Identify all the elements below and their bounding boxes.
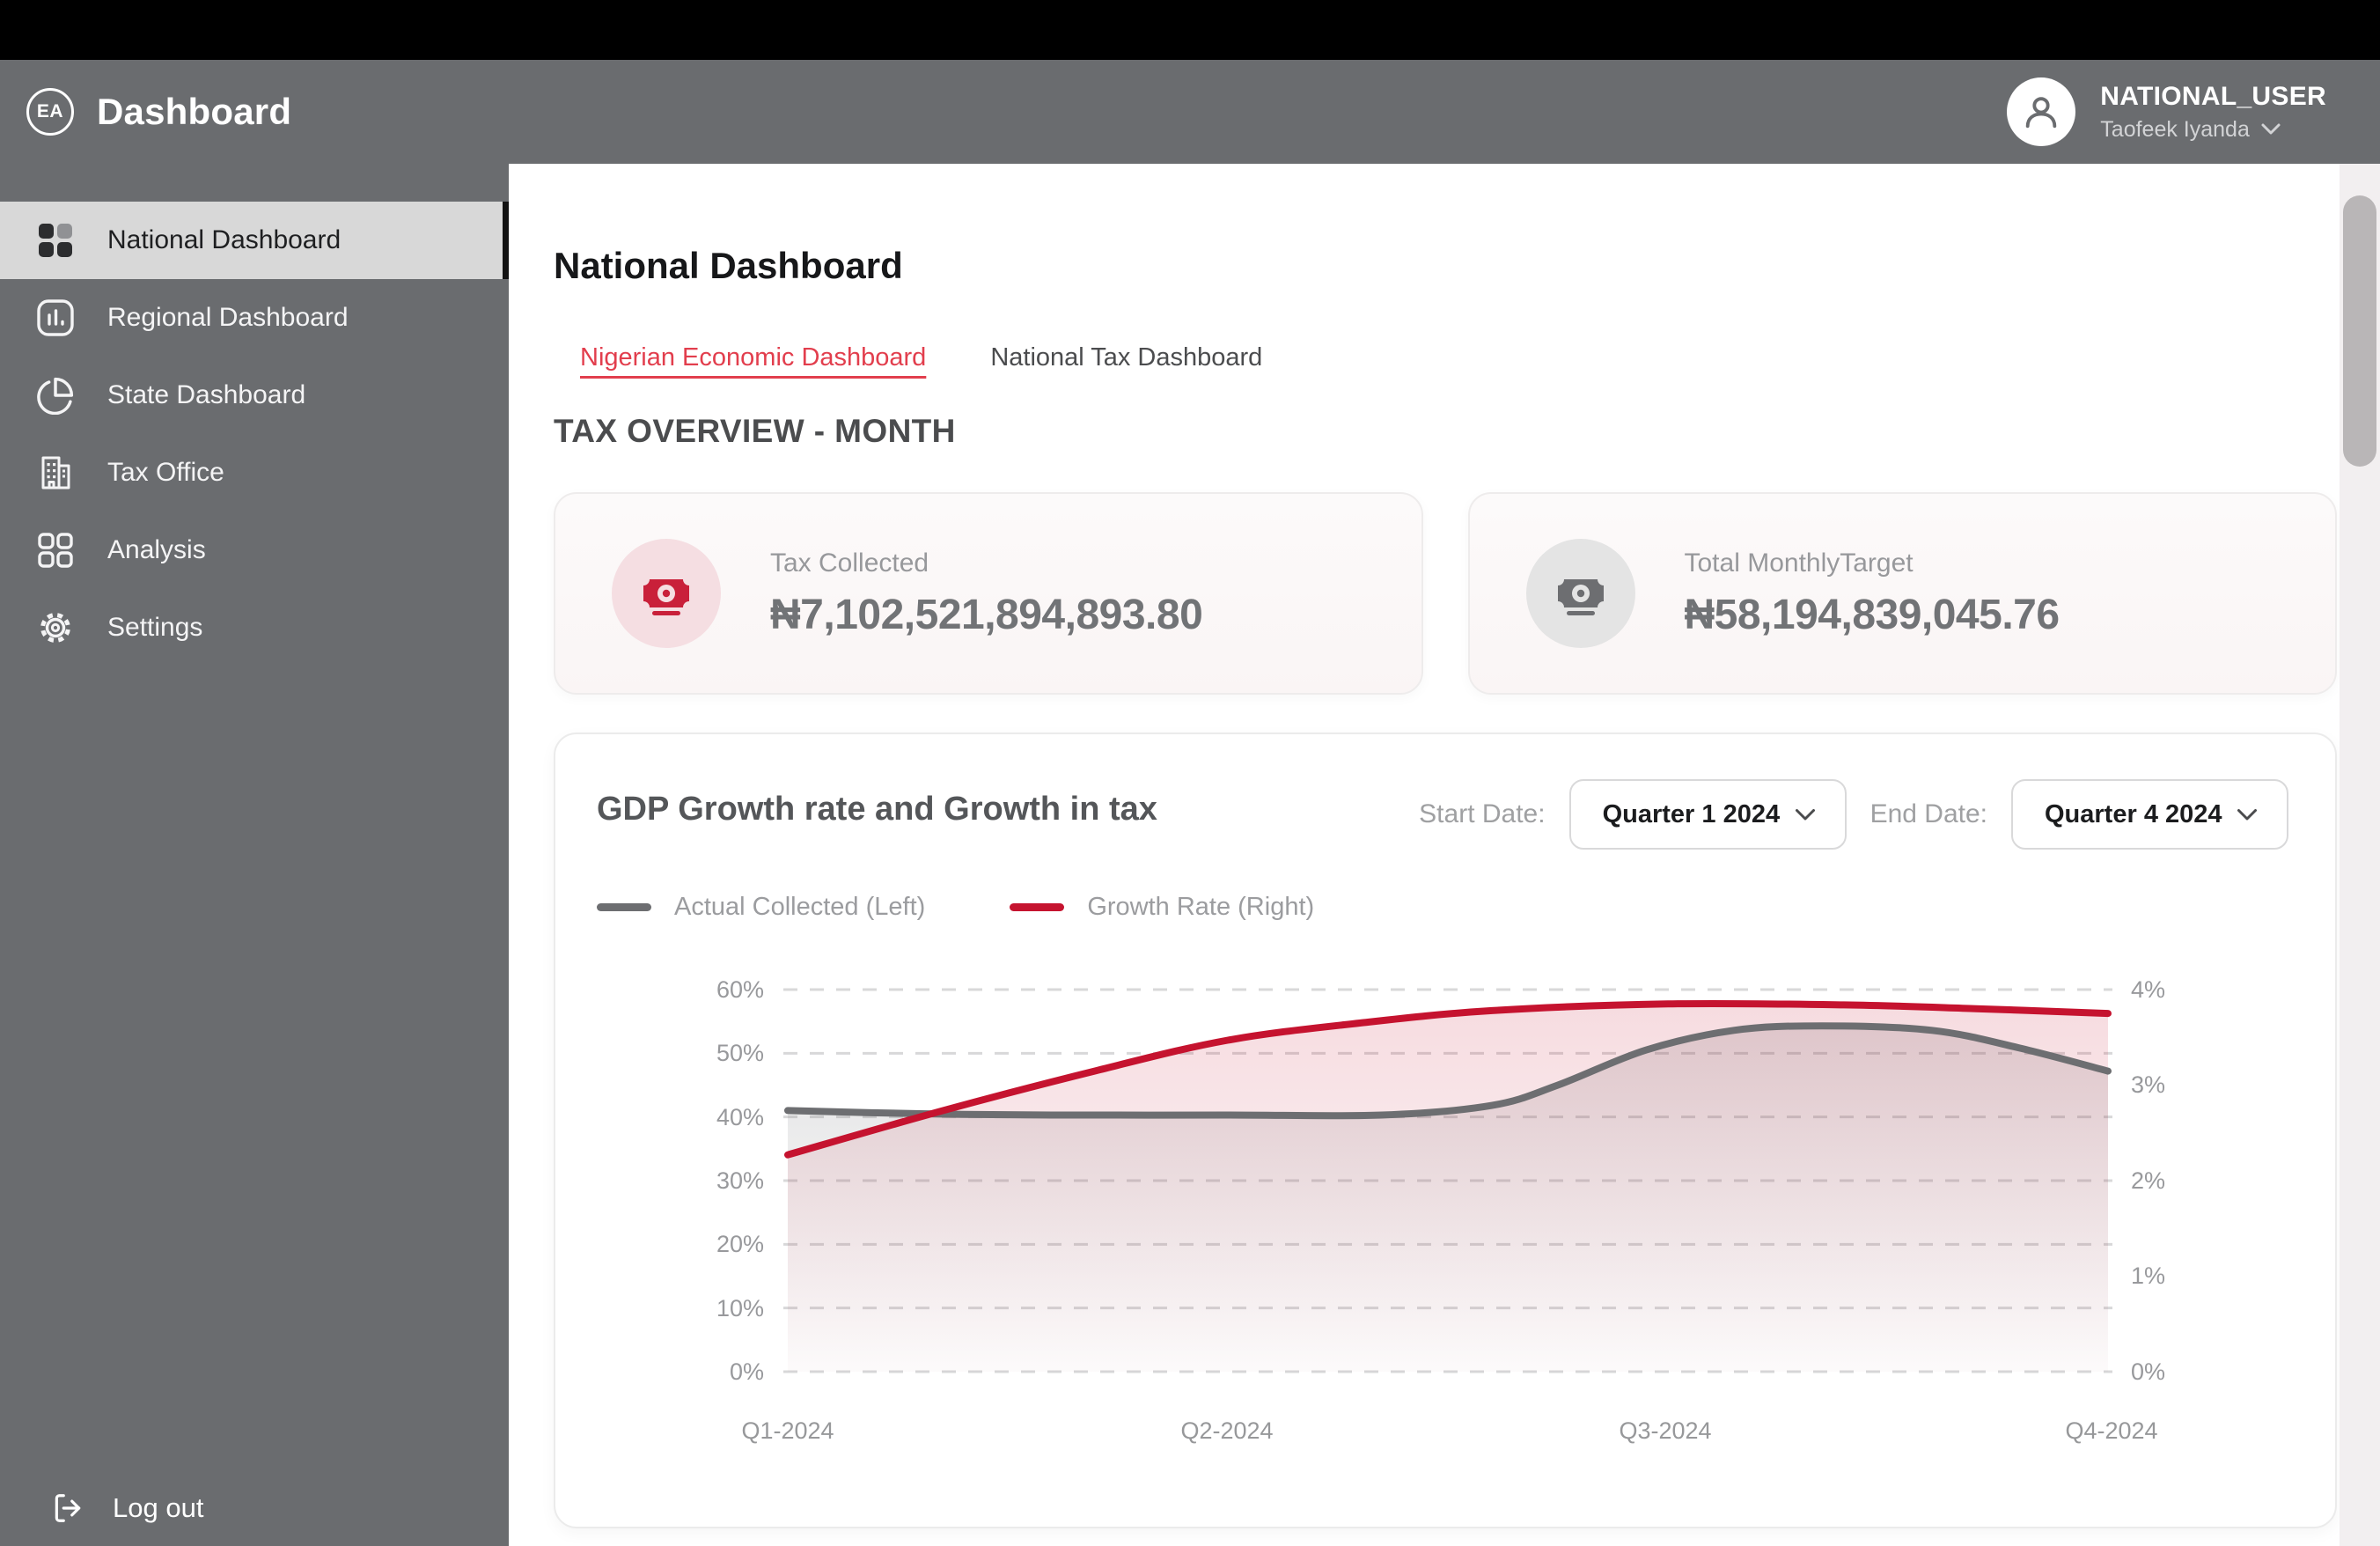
- y-axis-right-tick: 1%: [2131, 1260, 2245, 1292]
- y-axis-right-tick: 4%: [2131, 974, 2245, 1005]
- app-title: Dashboard: [97, 91, 291, 133]
- y-axis-left-tick: 0%: [555, 1356, 764, 1388]
- user-role: NATIONAL_USER: [2100, 82, 2326, 112]
- y-axis-right-tick: 3%: [2131, 1069, 2245, 1101]
- user-menu[interactable]: NATIONAL_USER Taofeek Iyanda: [2007, 60, 2326, 164]
- y-axis-left-tick: 10%: [555, 1292, 764, 1324]
- section-heading: TAX OVERVIEW - MONTH: [554, 413, 2340, 450]
- stat-value: ₦58,194,839,045.76: [1685, 591, 2060, 639]
- sidebar-item-label: Tax Office: [107, 458, 224, 488]
- banknote-icon: [638, 565, 694, 622]
- tab-bar: Nigerian Economic Dashboard National Tax…: [580, 343, 2340, 372]
- banknote-icon-circle: [1526, 539, 1635, 648]
- sidebar-item-label: Analysis: [107, 535, 206, 565]
- app-logo: EA Dashboard: [26, 88, 291, 136]
- avatar: [2007, 77, 2075, 146]
- stat-card-tax-collected: Tax Collected ₦7,102,521,894,893.80: [554, 492, 1423, 695]
- sidebar-item-label: Regional Dashboard: [107, 303, 349, 333]
- chevron-down-icon: [1794, 807, 1817, 822]
- ea-logo-icon: EA: [26, 88, 74, 136]
- sidebar-item-state-dashboard[interactable]: State Dashboard: [0, 357, 509, 434]
- logout-button[interactable]: Log out: [51, 1491, 203, 1525]
- page-title: National Dashboard: [554, 245, 2340, 287]
- banknote-icon: [1553, 565, 1609, 622]
- pie-chart-icon: [35, 375, 76, 416]
- sidebar-item-label: State Dashboard: [107, 380, 305, 410]
- x-axis-tick: Q1-2024: [709, 1417, 867, 1445]
- bar-chart-square-icon: [35, 298, 76, 338]
- chart-title: GDP Growth rate and Growth in tax: [597, 791, 1157, 828]
- chevron-down-icon: [2260, 122, 2281, 136]
- sidebar-item-regional-dashboard[interactable]: Regional Dashboard: [0, 279, 509, 357]
- legend-label: Actual Collected (Left): [674, 893, 925, 922]
- end-date-select[interactable]: Quarter 4 2024: [2011, 779, 2288, 850]
- y-axis-left-tick: 40%: [555, 1101, 764, 1133]
- sidebar-item-settings[interactable]: Settings: [0, 589, 509, 666]
- x-axis-tick: Q4-2024: [2032, 1417, 2191, 1445]
- tab-nigerian-economic-dashboard[interactable]: Nigerian Economic Dashboard: [580, 343, 926, 372]
- y-axis-left-tick: 60%: [555, 974, 764, 1005]
- user-name: Taofeek Iyanda: [2100, 117, 2250, 143]
- main-content: National Dashboard Nigerian Economic Das…: [509, 164, 2340, 1546]
- sidebar-item-label: Settings: [107, 613, 202, 643]
- start-date-value: Quarter 1 2024: [1603, 800, 1781, 829]
- y-axis-left-tick: 20%: [555, 1228, 764, 1260]
- sidebar-item-national-dashboard[interactable]: National Dashboard: [0, 202, 509, 279]
- person-icon: [2021, 92, 2061, 132]
- banknote-icon-circle: [612, 539, 721, 648]
- legend-actual-collected: Actual Collected (Left): [597, 893, 925, 922]
- chevron-down-icon: [2236, 807, 2259, 822]
- sidebar-item-label: National Dashboard: [107, 225, 341, 255]
- settings-gear-icon: [35, 607, 76, 648]
- stat-card-total-monthly-target: Total MonthlyTarget ₦58,194,839,045.76: [1468, 492, 2338, 695]
- app-header: EA Dashboard NATIONAL_USER Taofeek Iyand…: [0, 60, 2380, 164]
- sidebar: National Dashboard Regional Dashboard: [0, 164, 509, 1546]
- gdp-chart-card: GDP Growth rate and Growth in tax Start …: [554, 733, 2337, 1528]
- x-axis-tick: Q2-2024: [1148, 1417, 1306, 1445]
- gray-line-swatch: [597, 903, 651, 911]
- page-scrollbar-thumb[interactable]: [2343, 195, 2376, 467]
- tab-national-tax-dashboard[interactable]: National Tax Dashboard: [990, 343, 1262, 372]
- red-line-swatch: [1010, 903, 1064, 911]
- x-axis-tick: Q3-2024: [1586, 1417, 1745, 1445]
- logout-label: Log out: [113, 1492, 203, 1524]
- sidebar-item-tax-office[interactable]: Tax Office: [0, 434, 509, 512]
- top-black-bar: [0, 0, 2380, 60]
- logout-icon: [51, 1491, 84, 1525]
- stat-cards-row: Tax Collected ₦7,102,521,894,893.80 Tota…: [554, 492, 2337, 695]
- y-axis-right-tick: 2%: [2131, 1165, 2245, 1196]
- sidebar-item-analysis[interactable]: Analysis: [0, 512, 509, 589]
- legend-growth-rate: Growth Rate (Right): [1010, 893, 1314, 922]
- y-axis-left-tick: 30%: [555, 1165, 764, 1196]
- end-date-value: Quarter 4 2024: [2045, 800, 2222, 829]
- y-axis-left-tick: 50%: [555, 1037, 764, 1069]
- start-date-select[interactable]: Quarter 1 2024: [1569, 779, 1847, 850]
- office-building-icon: [35, 453, 76, 493]
- end-date-label: End Date:: [1870, 799, 1987, 829]
- stat-label: Tax Collected: [770, 548, 1202, 578]
- stat-label: Total MonthlyTarget: [1685, 548, 2060, 578]
- stat-value: ₦7,102,521,894,893.80: [770, 591, 1202, 639]
- start-date-label: Start Date:: [1419, 799, 1545, 829]
- y-axis-right-tick: 0%: [2131, 1356, 2245, 1388]
- chart-legend: Actual Collected (Left) Growth Rate (Rig…: [597, 893, 1314, 922]
- legend-label: Growth Rate (Right): [1087, 893, 1314, 922]
- line-chart-svg: [783, 990, 2112, 1372]
- page-scrollbar-track[interactable]: [2340, 164, 2380, 1546]
- date-filters: Start Date: Quarter 1 2024 End Date: Qua…: [1419, 779, 2288, 850]
- four-squares-icon: [35, 530, 76, 571]
- dashboard-grid-icon: [35, 220, 76, 261]
- line-chart-plot: [783, 990, 2112, 1372]
